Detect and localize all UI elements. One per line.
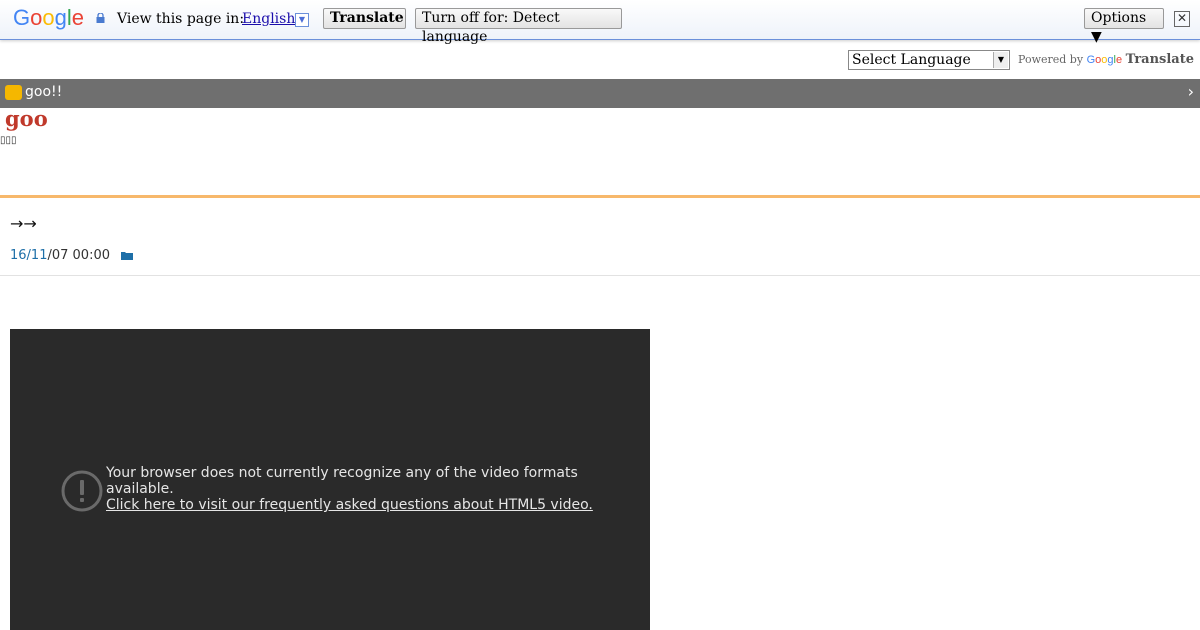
select-language-value: Select Language bbox=[852, 52, 971, 68]
powered-by-label: Powered by bbox=[1018, 53, 1084, 66]
lock-icon bbox=[96, 13, 105, 23]
content-divider bbox=[0, 275, 1200, 276]
translate-bar: Google View this page in: English ▼ Tran… bbox=[0, 0, 1200, 45]
language-dropdown-icon[interactable]: ▼ bbox=[295, 13, 309, 27]
chevron-right-icon[interactable]: › bbox=[1188, 82, 1194, 101]
site-header-bar: goo!! › bbox=[0, 79, 1200, 108]
translate-button[interactable]: Translate bbox=[323, 8, 406, 29]
video-error-message: Your browser does not currently recogniz… bbox=[106, 465, 606, 513]
blog-logo[interactable]: goo bbox=[5, 106, 48, 131]
powered-by: Powered by Google Translate bbox=[1018, 52, 1194, 67]
accent-divider bbox=[0, 195, 1200, 198]
video-faq-link[interactable]: Click here to visit our frequently asked… bbox=[106, 497, 606, 513]
close-icon[interactable]: ✕ bbox=[1174, 11, 1190, 27]
site-icon bbox=[5, 85, 22, 100]
turn-off-button[interactable]: Turn off for: Detect language bbox=[415, 8, 622, 45]
options-button[interactable]: Options ▼ bbox=[1084, 8, 1164, 45]
site-name[interactable]: goo!! bbox=[25, 84, 62, 100]
chevron-down-icon: ▼ bbox=[993, 52, 1008, 68]
warning-icon bbox=[61, 470, 103, 512]
language-link[interactable]: English bbox=[242, 11, 295, 27]
video-error-text: Your browser does not currently recogniz… bbox=[106, 465, 578, 497]
post-title[interactable]: →→ bbox=[10, 214, 37, 233]
folder-icon[interactable] bbox=[121, 251, 133, 260]
post-date-link[interactable]: 16/11 bbox=[10, 248, 47, 263]
view-page-label: View this page in: bbox=[117, 11, 245, 27]
post-date: 16/11/07 00:00 bbox=[10, 248, 110, 263]
blog-subtitle: ▯▯▯ bbox=[0, 135, 17, 146]
video-player[interactable]: Your browser does not currently recogniz… bbox=[10, 329, 650, 630]
post-date-rest: /07 00:00 bbox=[47, 248, 110, 263]
translate-link[interactable]: Translate bbox=[1126, 52, 1194, 67]
google-logo: Google bbox=[13, 5, 85, 30]
select-language-dropdown[interactable]: Select Language ▼ bbox=[848, 50, 1010, 70]
google-small-logo: Google bbox=[1086, 54, 1123, 66]
